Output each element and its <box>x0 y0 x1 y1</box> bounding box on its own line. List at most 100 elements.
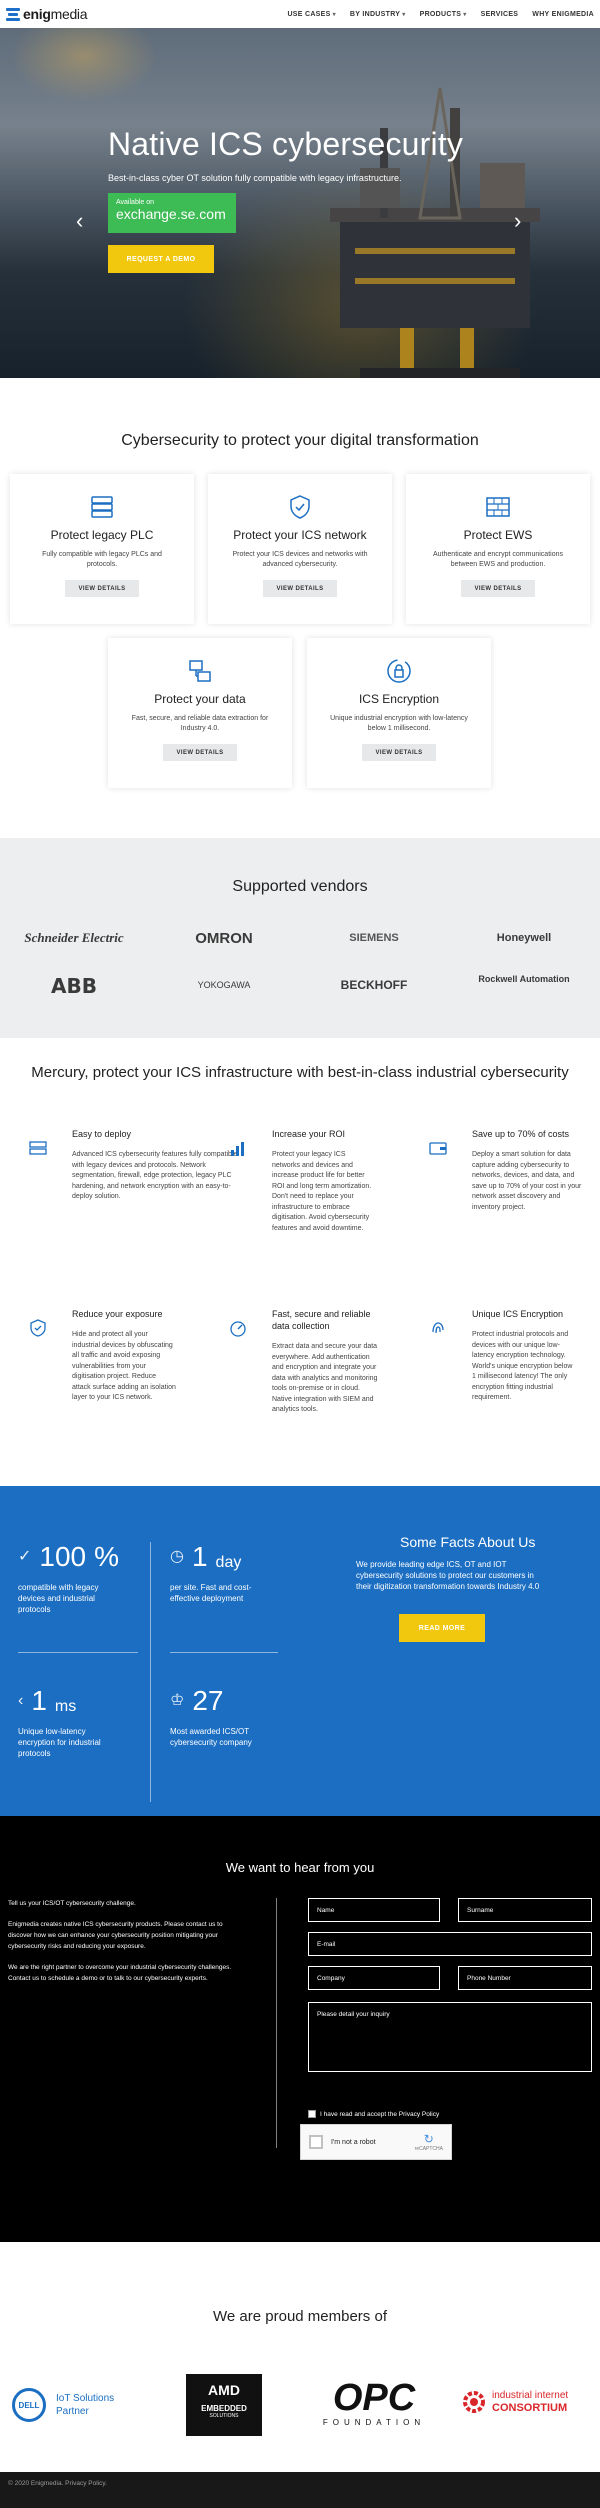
feature-data-collection: Fast, secure and reliable data collectio… <box>230 1308 380 1416</box>
section-title: Mercury, protect your ICS infrastructure… <box>31 1064 569 1081</box>
nav-item-why-enigmedia[interactable]: WHY ENIGMEDIA <box>532 11 594 18</box>
shield-icon <box>30 1319 46 1337</box>
fact-awards: ♔ 27 Most awarded ICS/OT cybersecurity co… <box>170 1685 252 1748</box>
section-title: We are proud members of <box>213 2308 387 2325</box>
slider-prev-arrow-icon[interactable]: ‹ <box>76 208 83 234</box>
clock-icon: ◷ <box>170 1548 184 1565</box>
exchange-badge-button[interactable]: Available on exchange.se.com <box>108 193 236 233</box>
divider <box>18 1652 138 1653</box>
fact-compatibility: ✓ 100% compatible with legacy devices and… <box>18 1541 120 1615</box>
data-network-icon <box>189 660 211 682</box>
dell-iot-partner-logo: DELL IoT Solutions Partner <box>12 2388 114 2422</box>
nav-item-products[interactable]: PRODUCTS ▾ <box>420 11 467 18</box>
nav-item-by-industry[interactable]: BY INDUSTRY ▾ <box>350 11 406 18</box>
contact-title: We want to hear from you <box>225 1860 375 1875</box>
top-navbar: enigmedia USE CASES ▾ BY INDUSTRY ▾ PRODUC… <box>0 0 600 28</box>
facts-title: Some Facts About Us <box>400 1534 536 1550</box>
hero-content: Native ICS cybersecurity Best-in-class c… <box>108 126 463 273</box>
iic-logo: industrial internet CONSORTIUM <box>460 2388 568 2416</box>
slider-next-arrow-icon[interactable]: › <box>514 208 521 234</box>
nav-menu: USE CASES ▾ BY INDUSTRY ▾ PRODUCTS ▾ SERVIC… <box>287 11 594 18</box>
section-title: Cybersecurity to protect your digital tr… <box>121 432 479 449</box>
brand-name: enigmedia <box>23 6 88 22</box>
vendor-logo-honeywell: Honeywell <box>496 932 552 944</box>
request-demo-button[interactable]: REQUEST A DEMO <box>108 245 214 273</box>
recaptcha-widget[interactable]: I'm not a robot ↻ reCAPTCHA <box>300 2124 452 2160</box>
contact-intro: Tell us your ICS/OT cybersecurity challe… <box>8 1900 232 1982</box>
vendor-logo-rockwell: Rockwell Automation <box>478 974 570 984</box>
cybersecurity-section: Cybersecurity to protect your digital tr… <box>0 378 600 838</box>
footer-text[interactable]: © 2020 Enigmedia. Privacy Policy. <box>8 2480 107 2487</box>
server-icon <box>29 1141 47 1155</box>
section-title: Supported vendors <box>232 878 368 895</box>
email-field[interactable]: E-mail <box>308 1932 592 1956</box>
inquiry-textarea[interactable]: Please detail your inquiry <box>308 2002 592 2072</box>
gear-icon <box>463 2391 485 2413</box>
vendor-logo-abb: ABB <box>51 974 97 998</box>
view-details-button[interactable]: VIEW DETAILS <box>461 580 535 597</box>
hero-slider: ‹ › Native ICS cybersecurity Best-in-cla… <box>0 28 600 378</box>
card-protect-legacy-plc: Protect legacy PLC Fully compatible with… <box>10 474 194 624</box>
speedometer-icon <box>230 1321 246 1337</box>
divider <box>276 1898 277 2148</box>
logo-mark-icon <box>6 7 20 21</box>
opc-foundation-logo: OPC FOUNDATION <box>322 2377 426 2427</box>
footer: © 2020 Enigmedia. Privacy Policy. <box>0 2472 600 2508</box>
view-details-button[interactable]: VIEW DETAILS <box>362 744 436 761</box>
recaptcha-icon: ↻ <box>423 2132 434 2146</box>
recaptcha-checkbox[interactable] <box>309 2135 323 2149</box>
card-protect-ews: Protect EWS Authenticate and encrypt com… <box>406 474 590 624</box>
supported-vendors-section: Supported vendors Schneider Electric OMR… <box>0 838 600 1038</box>
chevron-down-icon: ▾ <box>402 11 406 18</box>
vendor-logo-schneider: Schneider Electric <box>24 930 124 945</box>
view-details-button[interactable]: VIEW DETAILS <box>65 580 139 597</box>
nav-item-use-cases[interactable]: USE CASES ▾ <box>287 11 335 18</box>
hero-subtitle: Best-in-class cyber OT solution fully co… <box>108 173 402 183</box>
read-more-button[interactable]: READ MORE <box>399 1614 485 1642</box>
facts-section: ✓ 100% compatible with legacy devices and… <box>0 1486 600 1816</box>
feature-ics-encryption: Unique ICS Encryption Protect industrial… <box>432 1308 578 1404</box>
wallet-icon <box>429 1142 447 1155</box>
nav-item-services[interactable]: SERVICES <box>481 11 519 18</box>
server-stack-icon <box>91 496 113 518</box>
feature-save-costs: Save up to 70% of costs Deploy a smart s… <box>429 1128 584 1213</box>
feature-easy-to-deploy: Easy to deploy Advanced ICS cybersecurit… <box>29 1128 242 1203</box>
chevron-left-icon: ‹ <box>18 1692 24 1709</box>
hero-title: Native ICS cybersecurity <box>108 126 464 162</box>
card-protect-ics-network: Protect your ICS network Protect your IC… <box>208 474 392 624</box>
card-protect-your-data: Protect your data Fast, secure, and reli… <box>108 638 292 788</box>
vendor-logo-yokogawa: YOKOGAWA <box>197 980 251 990</box>
consent-checkbox[interactable] <box>308 2110 316 2118</box>
divider <box>170 1652 278 1653</box>
firewall-icon <box>486 497 510 517</box>
check-icon: ✓ <box>18 1548 32 1565</box>
facts-body: We provide leading edge ICS, OT and IOT … <box>356 1560 540 1591</box>
fact-deployment: ◷ 1 day per site. Fast and cost-effective … <box>170 1541 252 1604</box>
fact-latency: ‹ 1 ms Unique low-latency encryption for i… <box>18 1685 101 1759</box>
feature-increase-roi: Increase your ROI Protect your legacy IC… <box>231 1128 372 1234</box>
vendor-logo-siemens: SIEMENS <box>349 932 399 944</box>
bar-chart-icon <box>231 1142 244 1156</box>
brand-logo[interactable]: enigmedia <box>6 6 88 22</box>
chevron-down-icon: ▾ <box>463 11 467 18</box>
surname-field[interactable]: Surname <box>458 1898 592 1922</box>
shield-check-icon <box>290 495 310 519</box>
vendor-logo-beckhoff: BECKHOFF <box>340 978 408 992</box>
fingerprint-icon <box>432 1322 444 1334</box>
name-field[interactable]: Name <box>308 1898 440 1922</box>
mercury-section: Mercury, protect your ICS infrastructure… <box>0 1038 600 1486</box>
view-details-button[interactable]: VIEW DETAILS <box>263 580 337 597</box>
encryption-lock-icon <box>387 659 411 683</box>
divider <box>150 1542 151 1802</box>
view-details-button[interactable]: VIEW DETAILS <box>163 744 237 761</box>
members-section: We are proud members of DELL IoT Solutio… <box>0 2242 600 2472</box>
vendor-logo-omron: OMRON <box>195 930 253 947</box>
phone-field[interactable]: Phone Number <box>458 1966 592 1990</box>
chevron-down-icon: ▾ <box>332 11 336 18</box>
dell-logo-icon: DELL <box>12 2388 46 2422</box>
privacy-consent[interactable]: I have read and accept the Privacy Polic… <box>308 2110 439 2118</box>
recaptcha-logo: ↻ reCAPTCHA <box>414 2132 443 2152</box>
company-field[interactable]: Company <box>308 1966 440 1990</box>
amd-embedded-logo: AMD EMBEDDED SOLUTIONS <box>186 2374 262 2436</box>
card-ics-encryption: ICS Encryption Unique industrial encrypt… <box>307 638 491 788</box>
